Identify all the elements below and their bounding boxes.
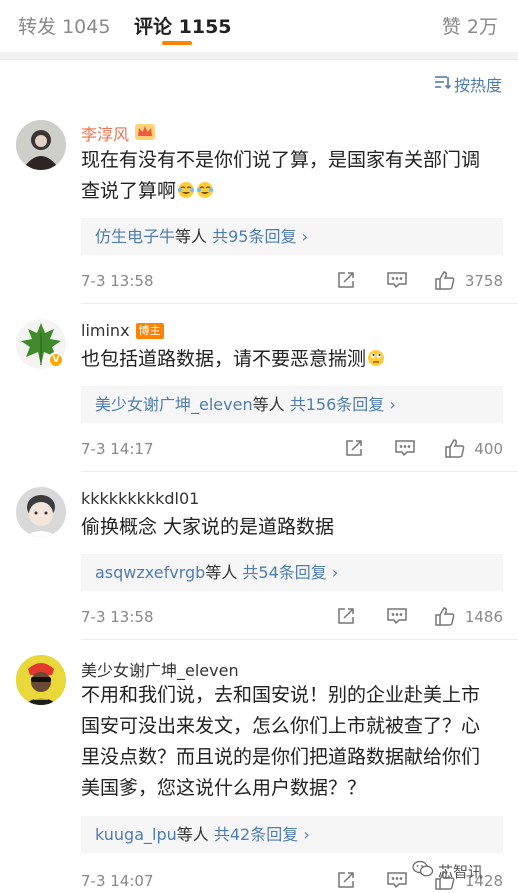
active-tab-indicator — [162, 41, 192, 45]
replies-preview[interactable]: asqwzxefvrgb等人 共54条回复 › — [81, 554, 503, 591]
comment-text-line: 也包括道路数据，请不要恶意揣测 — [81, 348, 367, 370]
avatar[interactable] — [16, 487, 66, 537]
tab-comments-count: 1155 — [178, 16, 232, 38]
laugh-cry-emoji-icon — [196, 178, 214, 198]
tab-comments[interactable]: 评论 1155 — [134, 12, 232, 39]
tab-likes-label: 赞 — [441, 16, 461, 38]
comment-text-line: 不用和我们说，去和国安说！别的企业赴美上市 — [81, 684, 481, 706]
comment-icon[interactable] — [386, 870, 408, 893]
comment-text: 现在有没有不是你们说了算，是国家有关部门调 查说了算啊 — [81, 145, 501, 207]
reply-total-link[interactable]: 共42条回复 › — [214, 825, 310, 844]
comment-text-line: 里没点数？而且说的是你们把道路数据献给你们 — [81, 746, 481, 768]
comment-text-line: 美国爹，您这说什么用户数据？？ — [81, 777, 367, 799]
comment-username[interactable]: liminx 博主 — [81, 321, 164, 340]
tab-bar: 转发 1045 评论 1155 赞 2万 — [0, 0, 518, 52]
comment-icon[interactable] — [386, 270, 408, 294]
divider — [81, 471, 518, 472]
share-icon[interactable] — [336, 606, 356, 630]
username-text: 美少女谢广坤_eleven — [81, 661, 239, 680]
reply-mid-text: 等人 — [205, 563, 238, 582]
reply-total-link[interactable]: 共54条回复 › — [242, 563, 338, 582]
tab-comments-label: 评论 — [134, 16, 173, 38]
like-icon[interactable] — [434, 270, 456, 295]
watermark-text: 芯智讯 — [438, 862, 484, 881]
reply-user-link[interactable]: kuuga_lpu — [95, 825, 177, 844]
laugh-cry-emoji-icon — [177, 178, 195, 198]
tab-likes[interactable]: 赞 2万 — [442, 12, 498, 39]
avatar[interactable] — [16, 120, 66, 170]
sort-icon — [433, 73, 454, 95]
username-text: kkkkkkkkkdl01 — [81, 489, 200, 508]
watermark: 芯智讯 — [412, 860, 483, 882]
comment-text: 也包括道路数据，请不要恶意揣测 — [81, 344, 501, 375]
comment-text: 不用和我们说，去和国安说！别的企业赴美上市 国安可没出来发文，怎么你们上市就被查… — [81, 680, 501, 804]
comment-username[interactable]: kkkkkkkkkdl01 — [81, 489, 199, 508]
comment-time: 7-3 13:58 — [81, 272, 154, 290]
sort-by-hot-button[interactable]: 按热度 — [433, 72, 502, 96]
reply-mid-text: 等人 — [252, 395, 285, 414]
tab-likes-count: 2万 — [466, 16, 498, 38]
sort-label: 按热度 — [453, 76, 502, 95]
tab-reposts-count: 1045 — [62, 16, 111, 38]
reply-user-link[interactable]: 仿生电子牛 — [95, 227, 175, 246]
tab-reposts[interactable]: 转发 1045 — [18, 12, 110, 39]
divider — [81, 639, 518, 640]
comment-text-line: 现在有没有不是你们说了算，是国家有关部门调 — [81, 149, 481, 171]
reply-total-link[interactable]: 共95条回复 › — [212, 227, 308, 246]
tab-reposts-label: 转发 — [18, 16, 57, 38]
replies-preview[interactable]: 仿生电子牛等人 共95条回复 › — [81, 218, 503, 255]
verified-badge-icon: V — [48, 352, 64, 368]
comment-time: 7-3 13:58 — [81, 608, 154, 626]
wechat-logo-icon — [412, 860, 434, 882]
like-icon[interactable] — [434, 606, 456, 631]
username-text: liminx — [81, 321, 130, 340]
like-count: 400 — [474, 440, 503, 458]
comment-text-line: 偷换概念 大家说的是道路数据 — [81, 516, 335, 538]
comment-username[interactable]: 美少女谢广坤_eleven — [81, 657, 239, 681]
reply-total-link[interactable]: 共156条回复 › — [290, 395, 396, 414]
header-separator — [0, 52, 518, 60]
divider — [81, 303, 518, 304]
like-icon[interactable] — [444, 438, 466, 463]
username-text: 李淳风 — [81, 125, 130, 144]
comment-username[interactable]: 李淳风 — [81, 121, 156, 145]
share-icon[interactable] — [336, 270, 356, 294]
share-icon[interactable] — [336, 870, 356, 893]
comment-time: 7-3 14:07 — [81, 872, 154, 890]
reply-user-link[interactable]: 美少女谢广坤_eleven — [95, 395, 253, 414]
replies-preview[interactable]: kuuga_lpu等人 共42条回复 › — [81, 816, 503, 853]
comment-text: 偷换概念 大家说的是道路数据 — [81, 512, 501, 543]
crown-icon — [134, 121, 156, 145]
author-tag: 博主 — [135, 322, 164, 339]
like-count: 3758 — [464, 272, 503, 290]
rolling-eyes-emoji-icon — [367, 346, 385, 366]
comment-icon[interactable] — [394, 438, 416, 462]
reply-mid-text: 等人 — [176, 825, 209, 844]
avatar[interactable] — [16, 655, 66, 705]
comment-text-line: 国安可没出来发文，怎么你们上市就被查了？心 — [81, 715, 481, 737]
reply-mid-text: 等人 — [175, 227, 208, 246]
share-icon[interactable] — [344, 438, 364, 462]
reply-user-link[interactable]: asqwzxefvrgb — [95, 563, 205, 582]
comment-icon[interactable] — [386, 606, 408, 630]
comment-text-line: 查说了算啊 — [81, 180, 177, 202]
comment-time: 7-3 14:17 — [81, 440, 154, 458]
replies-preview[interactable]: 美少女谢广坤_eleven等人 共156条回复 › — [81, 386, 503, 423]
like-count: 1486 — [464, 608, 503, 626]
